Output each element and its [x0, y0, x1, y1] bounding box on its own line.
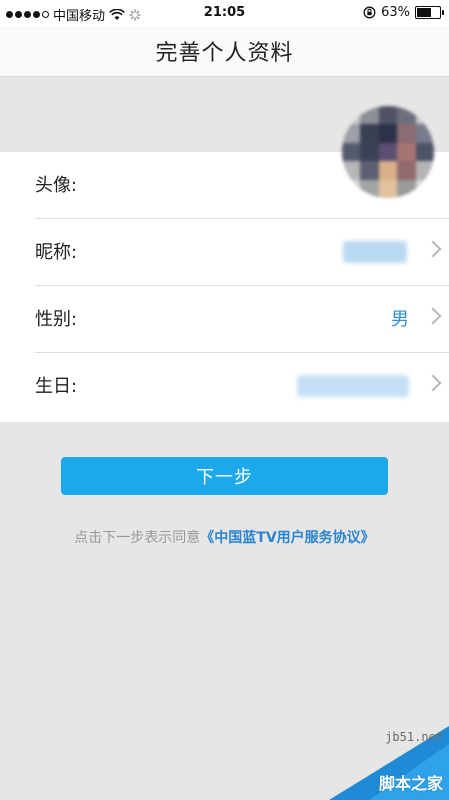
nickname-label: 昵称: [35, 242, 78, 263]
status-right: 63% [363, 5, 444, 20]
birthday-row[interactable]: 生日: [0, 353, 449, 420]
birthday-value-blurred [297, 375, 409, 397]
battery-fill [417, 8, 431, 17]
avatar-label: 头像: [35, 175, 78, 196]
agreement-prefix: 点击下一步表示同意 [74, 530, 201, 546]
gender-value: 男 [391, 309, 409, 330]
birthday-label: 生日: [35, 376, 78, 397]
gender-row[interactable]: 性别: 男 [0, 286, 449, 353]
avatar[interactable] [342, 106, 434, 198]
chevron-right-icon [424, 240, 442, 258]
service-agreement-link[interactable]: 《中国蓝TV用户服务协议》 [200, 530, 374, 546]
chevron-right-icon [424, 307, 442, 325]
gender-label: 性别: [35, 309, 78, 330]
agreement-text: 点击下一步表示同意《中国蓝TV用户服务协议》 [0, 527, 449, 547]
nav-bar: 完善个人资料 [0, 26, 449, 77]
watermark-url: jb51.net [385, 730, 443, 744]
nickname-value-blurred [343, 241, 407, 263]
watermark-name: 脚本之家 [378, 774, 443, 793]
page-title: 完善个人资料 [155, 41, 294, 66]
next-step-button[interactable]: 下一步 [61, 457, 388, 495]
chevron-right-icon [424, 374, 442, 392]
battery-percent: 63% [381, 5, 410, 20]
status-bar: 中国移动 21:05 63% [0, 0, 449, 26]
orientation-lock-icon [363, 6, 376, 19]
nickname-row[interactable]: 昵称: [0, 219, 449, 286]
watermark: jb51.net 脚本之家 [309, 726, 449, 800]
battery-icon [415, 6, 444, 19]
